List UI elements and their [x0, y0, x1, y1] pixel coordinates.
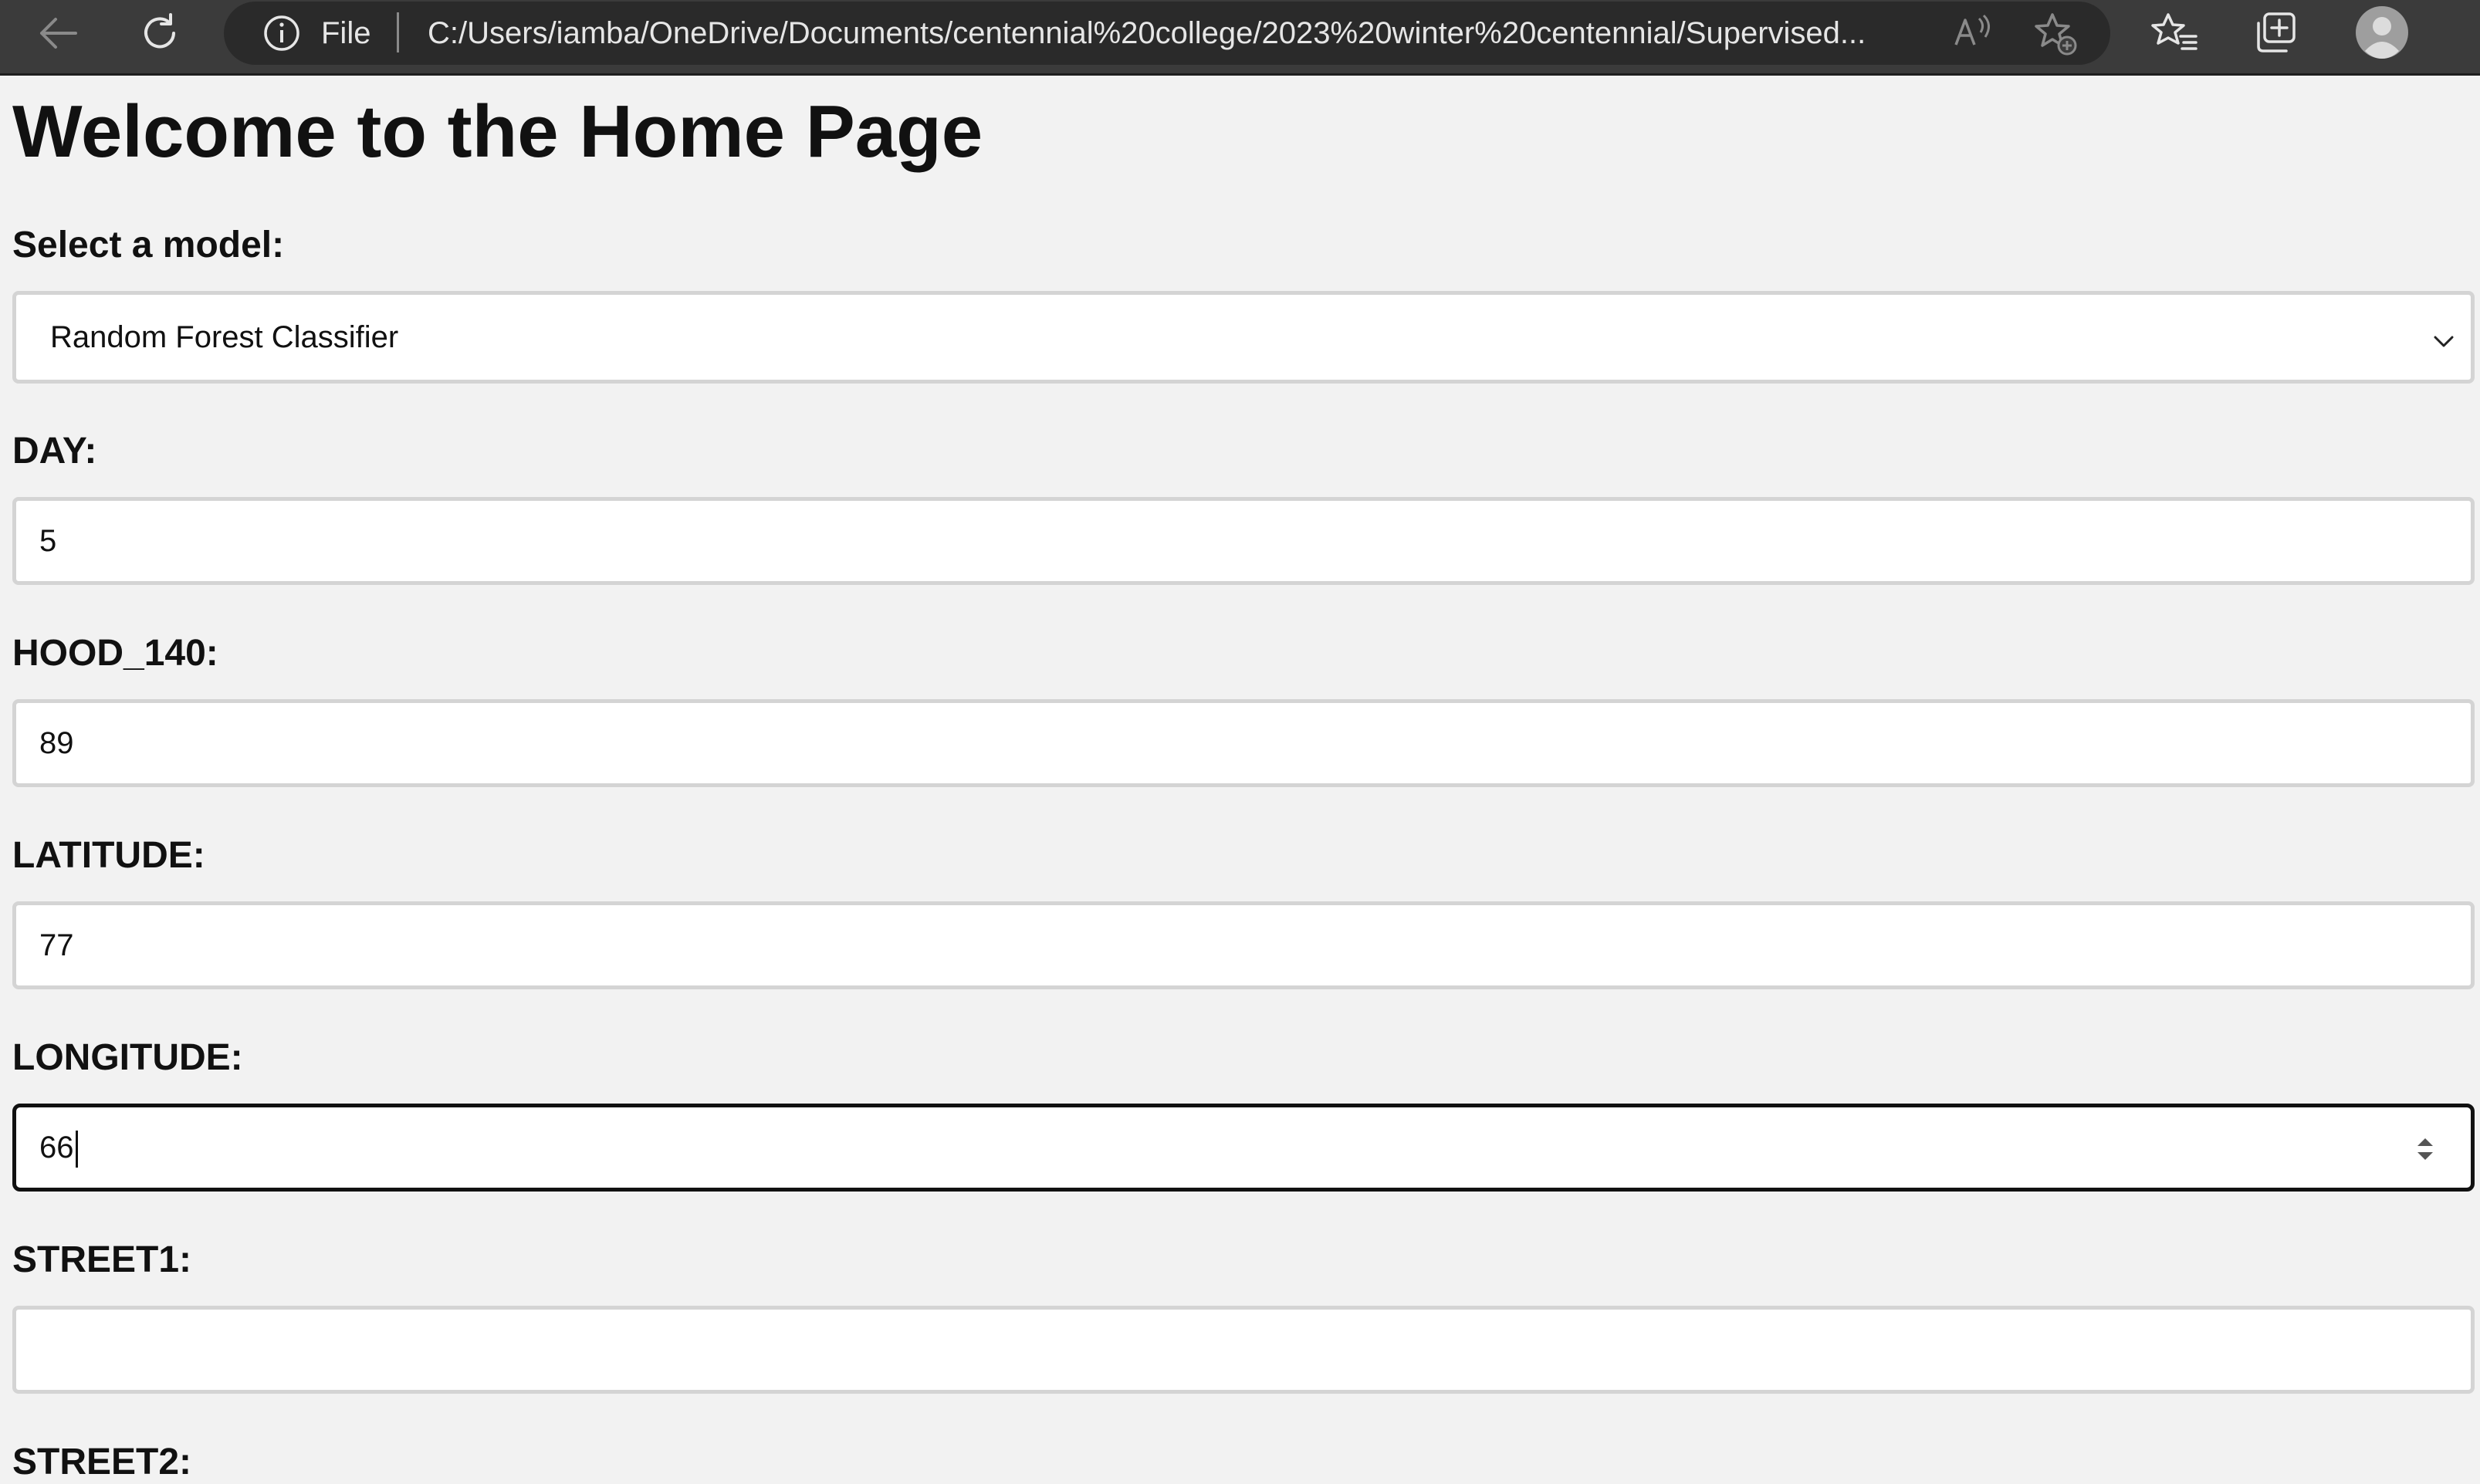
day-label: DAY: — [12, 431, 97, 472]
latitude-input[interactable]: 77 — [12, 901, 2475, 989]
street1-input[interactable] — [12, 1306, 2475, 1394]
address-divider — [397, 12, 399, 52]
favorites-icon[interactable] — [2150, 9, 2198, 57]
browser-toolbar: File C:/Users/iamba/OneDrive/Documents/c… — [0, 0, 2480, 76]
back-arrow-icon[interactable] — [32, 11, 83, 56]
longitude-label: LONGITUDE: — [12, 1037, 243, 1078]
text-caret — [75, 1131, 78, 1168]
info-icon[interactable] — [262, 14, 301, 52]
collections-icon[interactable] — [2252, 9, 2300, 57]
street1-label: STREET1: — [12, 1239, 192, 1280]
read-aloud-icon[interactable] — [1951, 12, 1996, 54]
hood-label: HOOD_140: — [12, 633, 218, 674]
longitude-input[interactable]: 66 — [12, 1104, 2475, 1192]
longitude-input-text: 66 — [39, 1107, 78, 1188]
address-url-text[interactable]: C:/Users/iamba/OneDrive/Documents/centen… — [428, 12, 1933, 54]
day-input[interactable]: 5 — [12, 497, 2475, 585]
day-input-value: 5 — [39, 524, 57, 558]
number-spinner-icon[interactable] — [2412, 1132, 2438, 1174]
address-scheme-label: File — [321, 16, 371, 50]
model-label: Select a model: — [12, 225, 285, 265]
model-select-value: Random Forest Classifier — [50, 319, 399, 354]
hood-input-value: 89 — [39, 726, 74, 760]
page-title: Welcome to the Home Page — [12, 90, 983, 173]
latitude-input-value: 77 — [39, 928, 74, 962]
longitude-input-value: 66 — [39, 1131, 74, 1165]
profile-icon[interactable] — [2354, 3, 2410, 62]
add-favorite-icon[interactable] — [2032, 9, 2079, 57]
street2-label: STREET2: — [12, 1442, 192, 1482]
model-select[interactable]: Random Forest Classifier — [12, 291, 2475, 384]
page-content: Welcome to the Home Page Select a model:… — [0, 76, 2480, 1482]
chevron-down-icon — [2432, 326, 2455, 360]
refresh-icon[interactable] — [136, 9, 184, 57]
latitude-label: LATITUDE: — [12, 835, 205, 876]
hood-input[interactable]: 89 — [12, 699, 2475, 787]
